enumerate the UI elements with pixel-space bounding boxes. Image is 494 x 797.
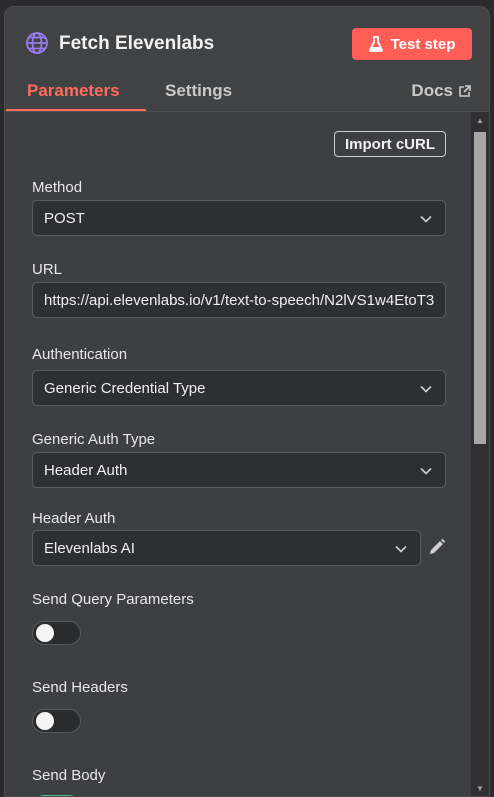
send-headers-label: Send Headers	[32, 679, 128, 696]
chevron-down-icon	[395, 545, 407, 553]
method-select[interactable]: POST	[32, 200, 446, 236]
parameters-body: Import cURL Method POST URL https://api.…	[5, 111, 489, 796]
test-step-button[interactable]: Test step	[352, 28, 472, 60]
test-step-label: Test step	[390, 35, 456, 53]
tab-parameters[interactable]: Parameters	[27, 81, 120, 101]
chevron-down-icon	[420, 467, 432, 475]
url-label: URL	[32, 261, 63, 278]
scrollbar[interactable]: ▲ ▼	[471, 112, 489, 796]
generic-auth-type-select[interactable]: Header Auth	[32, 452, 446, 488]
scroll-up-arrow-icon[interactable]: ▲	[475, 116, 485, 126]
chevron-down-icon	[420, 385, 432, 393]
header-auth-label: Header Auth	[32, 510, 116, 527]
method-label: Method	[32, 179, 83, 196]
flask-icon	[368, 36, 383, 52]
tab-bar: Parameters Settings Docs	[5, 71, 489, 112]
docs-link[interactable]: Docs	[411, 81, 471, 101]
docs-label: Docs	[411, 81, 453, 100]
generic-auth-type-label: Generic Auth Type	[32, 431, 156, 448]
send-headers-toggle[interactable]	[32, 709, 81, 733]
tab-settings[interactable]: Settings	[165, 81, 232, 101]
authentication-value: Generic Credential Type	[44, 379, 206, 397]
url-value: https://api.elevenlabs.io/v1/text-to-spe…	[44, 291, 435, 309]
toggle-knob	[36, 712, 54, 730]
send-query-parameters-label: Send Query Parameters	[32, 591, 194, 608]
authentication-select[interactable]: Generic Credential Type	[32, 370, 446, 406]
globe-icon	[26, 32, 48, 54]
authentication-label: Authentication	[32, 346, 128, 363]
panel-header: Fetch Elevenlabs Test step	[5, 7, 489, 79]
import-curl-button[interactable]: Import cURL	[334, 131, 446, 157]
send-body-label: Send Body	[32, 767, 106, 784]
scroll-down-arrow-icon[interactable]: ▼	[475, 784, 485, 794]
chevron-down-icon	[420, 215, 432, 223]
method-value: POST	[44, 209, 85, 227]
edit-credential-pencil-icon[interactable]	[428, 538, 446, 556]
external-link-icon	[459, 84, 471, 97]
header-auth-value: Elevenlabs AI	[44, 539, 135, 557]
url-input[interactable]: https://api.elevenlabs.io/v1/text-to-spe…	[32, 282, 446, 318]
node-panel: Fetch Elevenlabs Test step Parameters Se…	[4, 6, 490, 797]
node-title: Fetch Elevenlabs	[59, 33, 215, 54]
header-auth-select[interactable]: Elevenlabs AI	[32, 530, 421, 566]
scrollbar-thumb[interactable]	[474, 132, 486, 444]
generic-auth-type-value: Header Auth	[44, 461, 128, 479]
toggle-knob	[36, 624, 54, 642]
send-query-parameters-toggle[interactable]	[32, 621, 81, 645]
